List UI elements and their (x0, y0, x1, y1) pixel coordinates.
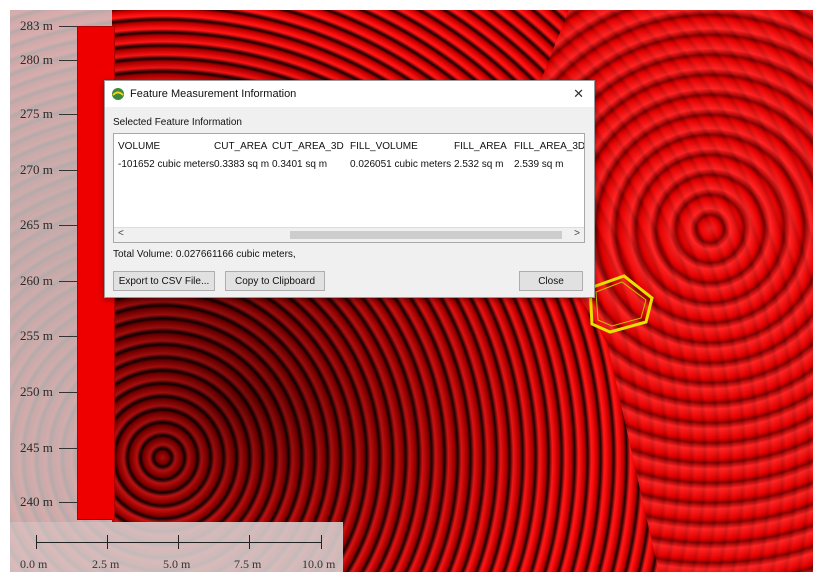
table-header-row: VOLUME CUT_AREA CUT_AREA_3D FILL_VOLUME … (114, 138, 584, 154)
table-cell: 0.3383 sq m (214, 158, 270, 170)
scale-tick (36, 535, 37, 549)
legend-tick: 265 m (20, 217, 77, 233)
scale-tick (321, 535, 322, 549)
app-globe-icon (112, 88, 124, 100)
legend-tick: 275 m (20, 106, 77, 122)
close-button[interactable]: Close (519, 271, 583, 291)
column-header[interactable]: FILL_AREA (454, 141, 507, 152)
horizontal-scrollbar[interactable]: < > (114, 227, 584, 242)
scale-label: 7.5 m (234, 557, 262, 571)
table-cell: 0.3401 sq m (272, 158, 328, 170)
elevation-legend: 283 m 280 m 275 m 270 m 265 m 260 m 255 … (10, 10, 115, 522)
scale-tick (107, 535, 108, 549)
scale-bar-line (36, 542, 322, 543)
scale-tick (178, 535, 179, 549)
feature-measurement-dialog: Feature Measurement Information ✕ Select… (104, 80, 595, 298)
frame-top (0, 0, 813, 10)
column-header[interactable]: FILL_AREA_3D (514, 141, 584, 152)
column-header[interactable]: CUT_AREA_3D (272, 141, 344, 152)
scale-label: 0.0 m (20, 557, 48, 571)
table-cell: -101652 cubic meters (118, 158, 215, 170)
total-volume-text: Total Volume: 0.027661166 cubic meters, (113, 249, 296, 260)
column-header[interactable]: VOLUME (118, 141, 160, 152)
table-row[interactable]: -101652 cubic meters 0.3383 sq m 0.3401 … (114, 156, 584, 172)
selected-feature-polygon[interactable] (586, 274, 658, 336)
scale-tick (249, 535, 250, 549)
scroll-right-icon[interactable]: > (574, 228, 580, 239)
close-icon[interactable]: ✕ (573, 86, 584, 102)
frame-left (0, 0, 10, 572)
legend-tick: 260 m (20, 273, 77, 289)
dialog-title: Feature Measurement Information (130, 88, 297, 100)
export-csv-button[interactable]: Export to CSV File... (113, 271, 215, 291)
legend-tick: 240 m (20, 494, 77, 510)
scale-label: 5.0 m (163, 557, 191, 571)
legend-tick: 283 m (20, 18, 77, 34)
legend-tick: 245 m (20, 440, 77, 456)
table-cell: 2.539 sq m (514, 158, 564, 170)
legend-tick: 255 m (20, 328, 77, 344)
feature-info-table[interactable]: VOLUME CUT_AREA CUT_AREA_3D FILL_VOLUME … (113, 133, 585, 243)
column-header[interactable]: CUT_AREA (214, 141, 267, 152)
section-label: Selected Feature Information (113, 117, 242, 128)
scale-label: 10.0 m (302, 557, 336, 571)
scale-label: 2.5 m (92, 557, 120, 571)
table-cell: 0.026051 cubic meters (350, 158, 452, 170)
copy-clipboard-button[interactable]: Copy to Clipboard (225, 271, 325, 291)
legend-tick: 270 m (20, 162, 77, 178)
scroll-left-icon[interactable]: < (118, 228, 124, 239)
scale-bar: 0.0 m 2.5 m 5.0 m 7.5 m 10.0 m (10, 522, 343, 572)
scrollbar-thumb[interactable] (290, 231, 562, 239)
legend-tick: 280 m (20, 52, 77, 68)
dialog-titlebar[interactable]: Feature Measurement Information ✕ (105, 81, 594, 107)
column-header[interactable]: FILL_VOLUME (350, 141, 418, 152)
table-cell: 2.532 sq m (454, 158, 504, 170)
legend-tick: 250 m (20, 384, 77, 400)
